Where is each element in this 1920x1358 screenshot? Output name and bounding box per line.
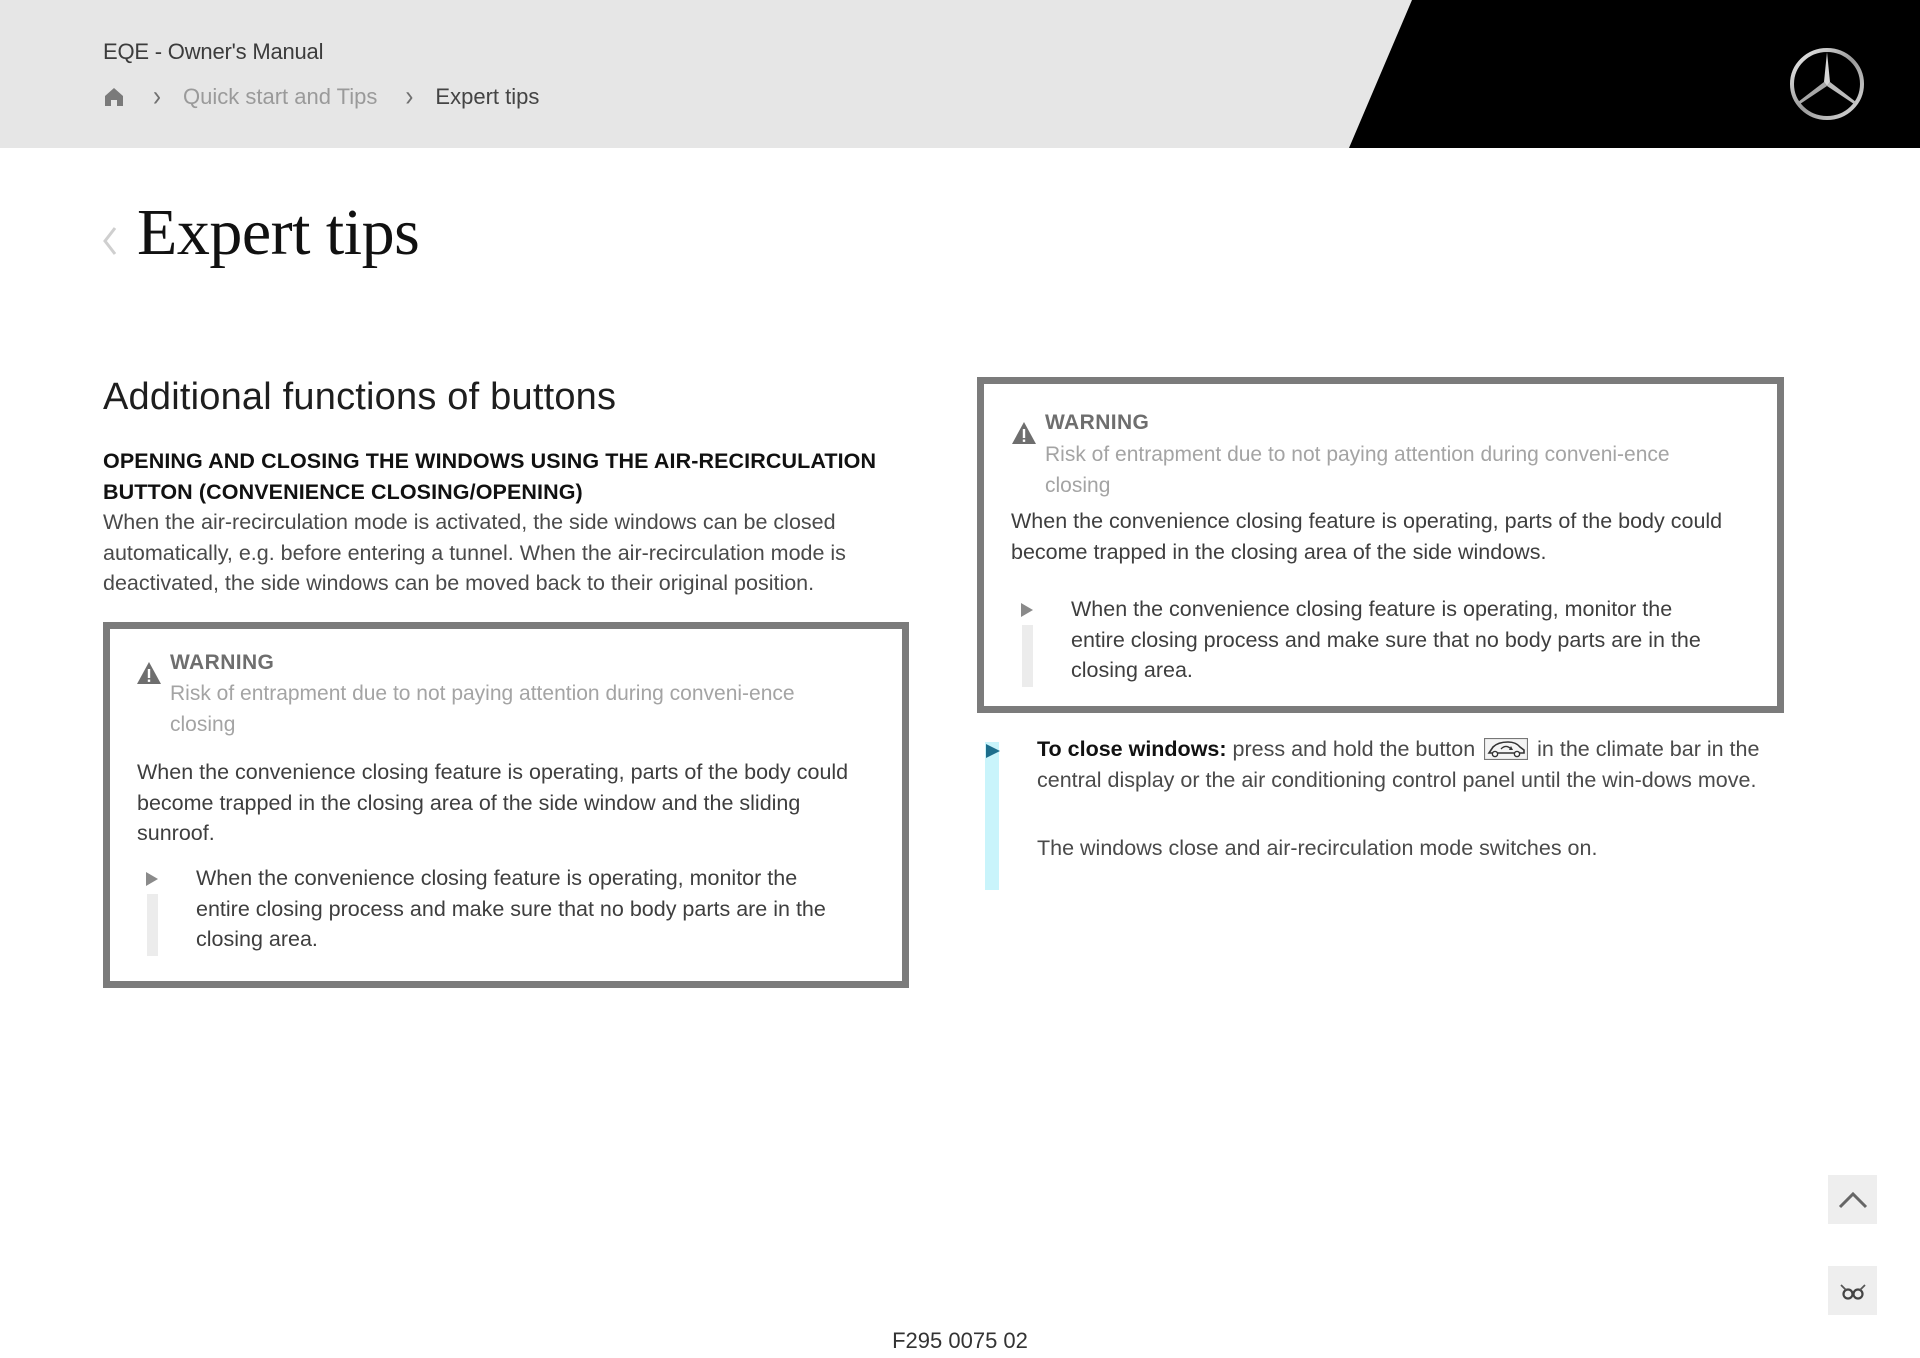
warning-label: WARNING xyxy=(1045,411,1150,434)
warning-box: WARNING Risk of entrapment due to not pa… xyxy=(977,377,1784,713)
warning-body: When the convenience closing feature is … xyxy=(1011,509,1723,564)
chevron-right-icon: › xyxy=(153,80,161,113)
app-title: EQE - Owner's Manual xyxy=(103,39,324,64)
intro-paragraph: When the air-recirculation mode is activ… xyxy=(103,510,846,595)
step-text: When the convenience closing feature is … xyxy=(1071,597,1701,682)
step-bar xyxy=(1022,625,1033,687)
page-title: Expert tips xyxy=(137,196,420,269)
step-bar xyxy=(147,894,158,956)
section-title: Additional functions of buttons xyxy=(103,376,617,418)
breadcrumb: › Quick start and Tips › Expert tips xyxy=(103,80,540,113)
step-arrow-icon xyxy=(986,744,1000,758)
breadcrumb-item-current: Expert tips xyxy=(435,84,540,109)
instruction-result: The windows close and air-recirculation … xyxy=(1037,836,1598,860)
breadcrumb-item-quick-start[interactable]: Quick start and Tips xyxy=(183,84,377,110)
warning-body: When the convenience closing feature is … xyxy=(137,760,849,845)
instruction-text: To close windows: press and hold the but… xyxy=(1037,734,1777,795)
warning-subtitle: Risk of entrapment due to not paying att… xyxy=(1045,443,1670,497)
step-arrow-icon xyxy=(1021,603,1033,617)
instruction-accent-bar xyxy=(985,742,999,890)
chevron-left-icon[interactable] xyxy=(100,220,120,260)
sub-heading: OPENING AND CLOSING THE WINDOWS USING TH… xyxy=(103,449,877,504)
warning-subtitle: Risk of entrapment due to not paying att… xyxy=(170,682,795,736)
glasses-icon xyxy=(1839,1283,1866,1300)
warning-triangle-icon xyxy=(137,662,161,684)
instruction-text-before: press and hold the button xyxy=(1232,737,1476,761)
warning-label: WARNING xyxy=(170,651,275,674)
reading-mode-button[interactable] xyxy=(1828,1266,1877,1315)
chevron-right-icon: › xyxy=(405,80,414,113)
air-recirculation-icon xyxy=(1484,738,1529,760)
chevron-up-icon xyxy=(1838,1191,1867,1208)
step-arrow-icon xyxy=(146,872,158,886)
warning-box: WARNING Risk of entrapment due to not pa… xyxy=(103,622,909,988)
instruction-lead: To close windows: xyxy=(1037,737,1227,761)
scroll-top-button[interactable] xyxy=(1828,1175,1877,1224)
step-text: When the convenience closing feature is … xyxy=(196,866,826,951)
document-code: F295 0075 02 xyxy=(892,1328,1028,1353)
home-icon[interactable] xyxy=(103,86,125,108)
warning-triangle-icon xyxy=(1012,422,1036,444)
mercedes-star-logo[interactable] xyxy=(1788,46,1866,122)
